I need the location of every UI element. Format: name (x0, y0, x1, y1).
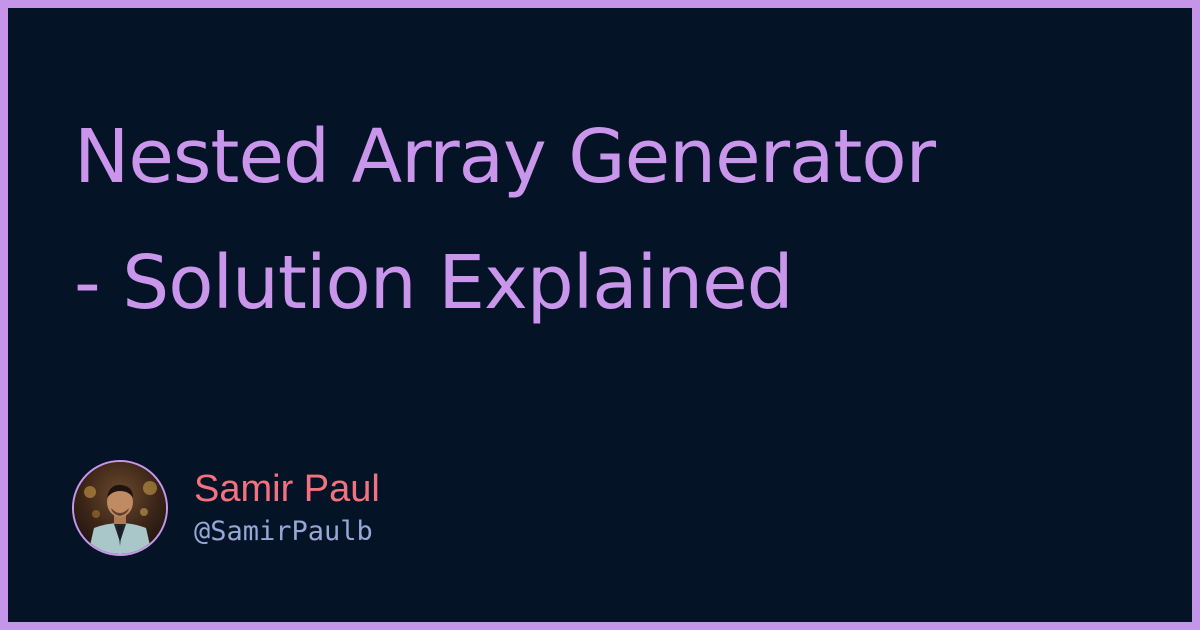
author-name: Samir Paul (194, 468, 380, 510)
page-title: Nested Array Generator - Solution Explai… (74, 94, 1134, 346)
author-photo-icon (74, 462, 166, 554)
social-card: Nested Array Generator - Solution Explai… (8, 8, 1192, 622)
author-text: Samir Paul @SamirPaulb (194, 467, 380, 549)
title-line-1: Nested Array Generator (74, 114, 936, 200)
title-line-2: - Solution Explained (74, 240, 794, 326)
author-handle: @SamirPaulb (194, 516, 373, 547)
avatar (72, 460, 168, 556)
author-block: Samir Paul @SamirPaulb (72, 458, 380, 558)
